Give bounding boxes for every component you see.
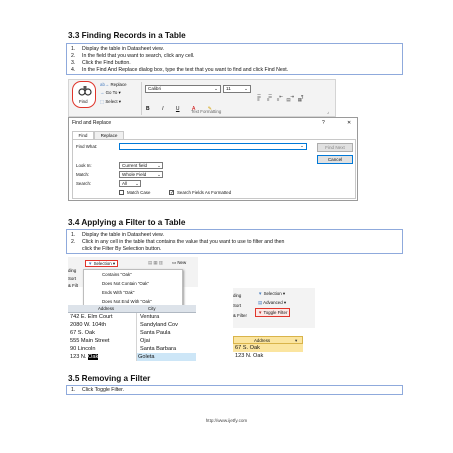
selection-button[interactable]: ▼ Selection ▾ [85,260,119,267]
match-select[interactable]: Whole Field ⌄ [119,171,163,178]
chevron-down-icon: ⌄ [300,143,304,148]
col-header-address[interactable]: Address [254,338,270,343]
tab-find[interactable]: Find [72,131,94,139]
ribbon-screenshot: Find ab→ Replace → Go To ▾ ⬚ Select ▾ Ca… [68,79,336,117]
find-button[interactable]: Find [72,81,96,108]
table-cell[interactable]: 123 N. Oak [233,352,263,360]
font-size-select[interactable]: 11 ⌄ [223,85,251,93]
table-cell[interactable]: Ojai [138,337,150,345]
tab-panel: Find What: ⌄ Find Next Cancel Look In: C… [72,139,356,199]
section-heading-filter: 3.4 Applying a Filter to a Table [68,218,186,227]
menu-item[interactable]: Contains "Oak" [102,272,132,277]
select-button[interactable]: ⬚ Select ▾ [100,99,121,104]
selected-text: Oak [88,354,99,360]
steps-box-find: 1. Display the table in Datasheet view. 2… [66,43,403,75]
font-style-buttons: B I U A ✎ [146,97,216,112]
table-header: Address ▾ [233,336,303,344]
table-cell[interactable]: Goleta [136,353,196,361]
list-format-icons: ☰ ☰ ⇤ ⇥ ¶ [257,85,317,99]
filter-label: & Filter [233,313,247,318]
steps-box-filter: 1. Display the table in Datasheet view. 2… [66,229,403,254]
view-icons: ▤ ▦ ▥ [148,260,163,265]
text-formatting-label: Text Formatting [191,109,222,114]
replace-button[interactable]: ab→ Replace [100,82,127,87]
goto-button[interactable]: → Go To ▾ [100,90,121,95]
table-cell-selected[interactable]: 123 N. Oak [68,353,99,361]
filter-left-screenshot: ding Sort & Filt ▼ Selection ▾ ▤ ▦ ▥ ▭ N… [68,257,198,362]
filter-applied-icon: ▾ [295,338,298,343]
steps-box-remove-filter: 1. Click Toggle Filter. [66,385,403,395]
sort-label: Sort [68,276,77,281]
find-label: Find [79,99,88,104]
cancel-button[interactable]: Cancel [317,155,353,164]
find-what-label: Find What: [76,144,98,149]
sort-label: Sort [233,303,242,308]
table-cell[interactable]: 742 E. Elm Court [68,313,113,321]
col-header-city[interactable]: City [148,306,156,311]
tab-replace[interactable]: Replace [94,131,124,139]
font-name-select[interactable]: Calibri ⌄ [145,85,221,93]
menu-item[interactable]: Does Not End With "Oak" [102,299,152,304]
filt-label: & Filt [68,283,79,288]
ding-label: ding [68,268,77,273]
ding-label: ding [233,293,242,298]
col-header-address[interactable]: Address [98,306,114,311]
replace-icon: ab→ [100,82,111,87]
match-case-label: Match Case [127,190,151,195]
look-in-label: Look In: [76,163,92,168]
search-formatted-checkbox[interactable]: ✓ [169,190,174,196]
table-body: 742 E. Elm Court Ventura 2080 W. 104th S… [68,313,196,361]
table-cell[interactable]: 67 S. Oak [233,344,303,352]
advanced-button[interactable]: ▤ Advanced ▾ [258,300,286,305]
selection-button[interactable]: ▼ Selection ▾ [258,291,285,296]
table-cell[interactable]: 555 Main Street [68,337,110,345]
section-heading-remove-filter: 3.5 Removing a Filter [68,374,151,383]
section-heading-find: 3.3 Finding Records in a Table [68,31,186,40]
align-icons: ≡ ≡ ≡ ▤ ▦ [257,97,305,102]
new-record-button[interactable]: ▭ New [172,260,186,265]
chevron-down-icon: ⌄ [157,163,161,168]
dialog-title: Find and Replace [72,120,112,126]
table-cell[interactable]: Santa Paula [138,329,170,337]
search-formatted-label: Search Fields As Formatted [177,190,232,195]
underline-icon[interactable]: U [176,106,180,112]
chevron-down-icon: ⌄ [135,181,139,186]
look-in-select[interactable]: Current field ⌄ [119,162,163,169]
chevron-down-icon: ⌄ [244,86,248,91]
find-replace-dialog: Find and Replace ? ✕ Find Replace Find W… [68,117,358,201]
find-what-input[interactable]: ⌄ [119,143,307,150]
page-footer: http://www.ijetfy.com [205,418,248,423]
binoculars-icon [78,86,92,96]
dialog-launcher-icon[interactable]: ⌟ [327,109,329,114]
help-icon[interactable]: ? [322,120,325,126]
table-header: Address City [68,305,196,313]
ribbon-divider [141,82,142,115]
filter-right-screenshot: ding Sort & Filter ▼ Selection ▾ ▤ Advan… [233,288,315,360]
chevron-down-icon: ⌄ [214,86,218,91]
italic-icon[interactable]: I [162,106,163,112]
selection-dropdown-menu: Contains "Oak" Does Not Contain "Oak" En… [83,269,183,309]
table-cell[interactable]: Ventura [138,313,159,321]
search-select[interactable]: All ⌄ [119,180,141,187]
menu-item[interactable]: Does Not Contain "Oak" [102,281,149,286]
table-cell[interactable]: Sandyland Cov [138,321,178,329]
close-icon[interactable]: ✕ [347,120,351,126]
table-cell[interactable]: Santa Barbara [138,345,176,353]
toggle-filter-button[interactable]: ▼ Toggle Filter [255,308,291,317]
menu-item[interactable]: Ends With "Oak" [102,290,134,295]
chevron-down-icon: ⌄ [157,172,161,177]
table-cell[interactable]: 2080 W. 104th [68,321,106,329]
search-label: Search: [76,181,92,186]
column-divider [136,313,137,361]
table-cell[interactable]: 67 S. Oak [68,329,95,337]
match-case-checkbox[interactable] [119,190,124,195]
bold-icon[interactable]: B [146,106,150,112]
match-label: Match: [76,172,90,177]
find-next-button[interactable]: Find Next [317,143,353,152]
table-cell[interactable]: 90 Lincoln [68,345,96,353]
